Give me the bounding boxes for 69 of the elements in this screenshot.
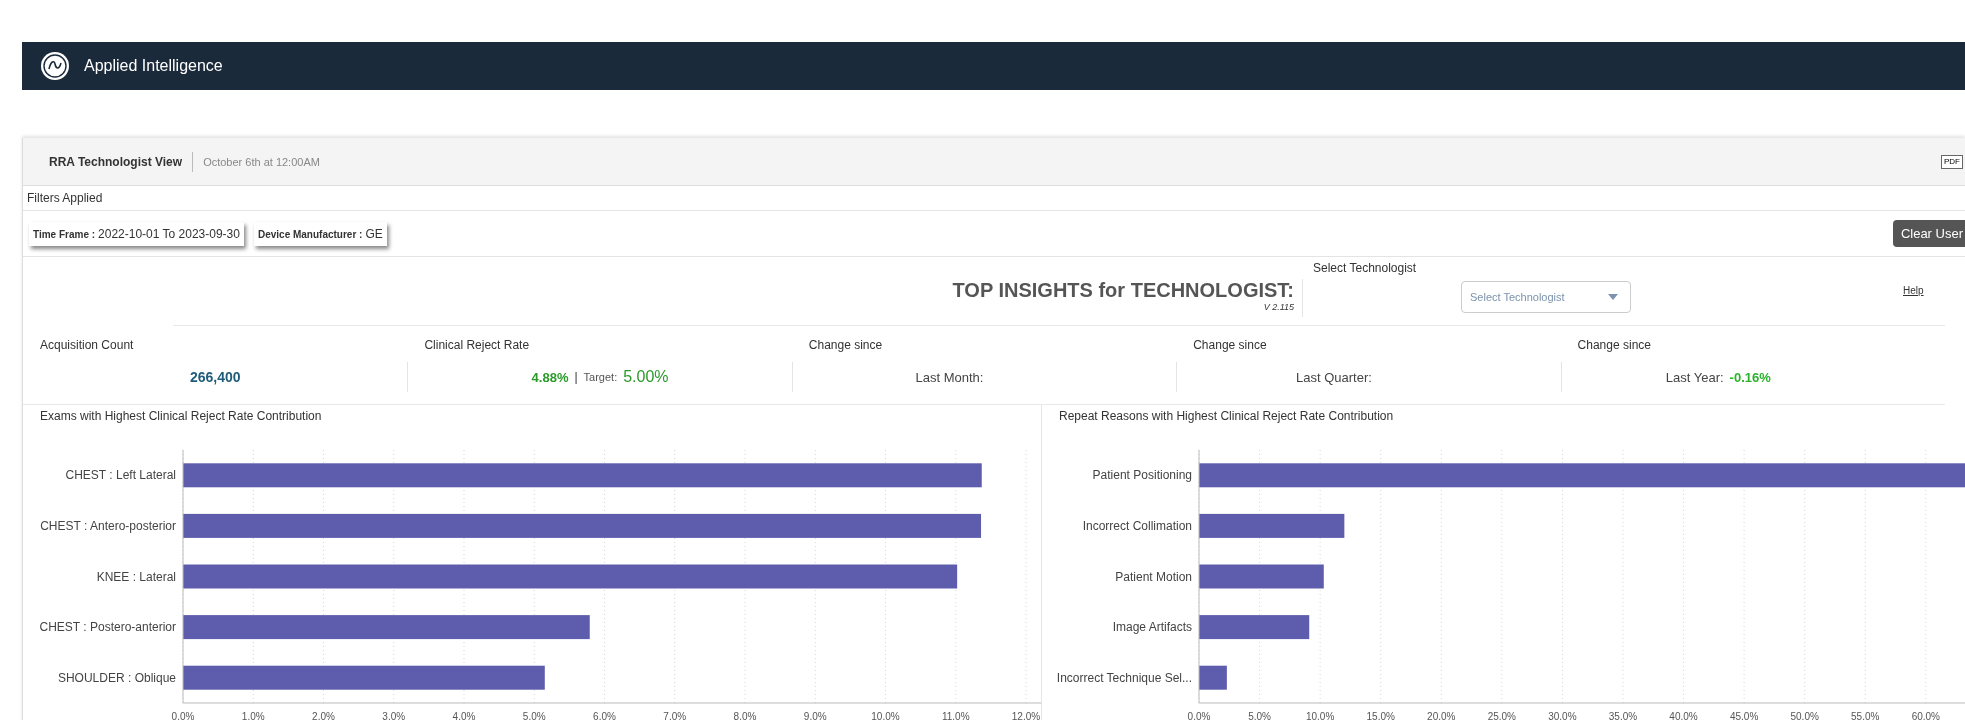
clear-button[interactable]: Clear User bbox=[1892, 220, 1965, 247]
filter-label: Device Manufacturer : bbox=[257, 228, 363, 240]
filter-value: GE bbox=[365, 226, 383, 241]
target-value: 5.00% bbox=[623, 368, 669, 386]
axis-tick-label: 60.0% bbox=[1911, 711, 1940, 720]
axis-tick-label: 2.0% bbox=[312, 711, 335, 720]
axis-tick-label: 8.0% bbox=[733, 711, 757, 720]
axis-tick-label: 12.0% bbox=[1011, 711, 1041, 720]
axis-tick-label: 5.0% bbox=[522, 711, 546, 720]
axis-tick-label: 10.0% bbox=[1305, 711, 1335, 720]
axis-tick-label: 25.0% bbox=[1487, 711, 1516, 720]
pdf-export-button[interactable]: PDF bbox=[1941, 154, 1963, 169]
select-label: Select Technologist bbox=[1313, 261, 1418, 275]
axis-tick-label: 50.0% bbox=[1790, 711, 1819, 720]
axis-tick-label: 0.0% bbox=[1187, 711, 1211, 720]
help-link[interactable]: Help bbox=[1903, 285, 1924, 299]
category-label: CHEST : Left Lateral bbox=[65, 468, 176, 483]
filter-value: 2022-10-01 To 2023-09-30 bbox=[98, 226, 240, 241]
caret-icon bbox=[1608, 294, 1618, 300]
axis-tick-label: 35.0% bbox=[1608, 711, 1638, 720]
kpi-period: Last Month: bbox=[915, 369, 984, 385]
axis-tick-label: 55.0% bbox=[1851, 711, 1880, 720]
category-label: SHOULDER : Oblique bbox=[57, 670, 176, 685]
kpi-value: 4.88% bbox=[531, 369, 569, 385]
axis-tick-label: 5.0% bbox=[1248, 711, 1271, 720]
axis-tick-label: 6.0% bbox=[593, 711, 616, 720]
chart-title: Exams with Highest Clinical Reject Rate Contribution bbox=[39, 408, 323, 425]
report-timestamp: October 6th at 12:00AM bbox=[203, 155, 320, 168]
kpi-label: Acquisition Count bbox=[39, 337, 135, 354]
logo-icon bbox=[40, 51, 70, 81]
target-label: Target: bbox=[583, 371, 618, 383]
axis-tick-label: 10.0% bbox=[871, 711, 900, 720]
axis-tick-label: 11.0% bbox=[941, 711, 970, 720]
kpi-label: Change since bbox=[1576, 337, 1652, 354]
app-title: Applied Intelligence bbox=[84, 57, 223, 75]
category-label: Patient Positioning bbox=[1092, 468, 1192, 483]
axis-tick-label: 20.0% bbox=[1427, 711, 1456, 720]
category-label: Incorrect Collimation bbox=[1082, 518, 1192, 533]
category-label: CHEST : Postero-anterior bbox=[39, 620, 176, 635]
insights-title: TOP INSIGHTS for TECHNOLOGIST: bbox=[951, 279, 1294, 302]
category-label: CHEST : Antero-posterior bbox=[40, 518, 176, 533]
kpi-value: -0.16% bbox=[1729, 369, 1771, 385]
axis-tick-label: 0.0% bbox=[171, 711, 195, 720]
kpi-separator: | bbox=[574, 370, 578, 384]
axis-tick-label: 4.0% bbox=[452, 711, 476, 720]
axis-tick-label: 9.0% bbox=[803, 711, 827, 720]
axis-tick-label: 15.0% bbox=[1366, 711, 1395, 720]
axis-tick-label: 45.0% bbox=[1729, 711, 1759, 720]
kpi-label: Change since bbox=[1192, 337, 1268, 354]
category-label: Incorrect Technique Sel... bbox=[1056, 670, 1192, 685]
report-title: RRA Technologist View bbox=[49, 151, 194, 172]
kpi-period: Last Year: bbox=[1665, 369, 1724, 385]
category-label: Image Artifacts bbox=[1112, 620, 1192, 635]
kpi-label: Clinical Reject Rate bbox=[423, 337, 531, 354]
axis-tick-label: 30.0% bbox=[1548, 711, 1577, 720]
version-label: V 2.115 bbox=[1262, 302, 1294, 312]
axis-tick-label: 3.0% bbox=[382, 711, 406, 720]
axis-tick-label: 1.0% bbox=[241, 711, 265, 720]
category-label: KNEE : Lateral bbox=[96, 569, 176, 584]
category-label: Patient Motion bbox=[1115, 569, 1192, 584]
axis-tick-label: 40.0% bbox=[1669, 711, 1698, 720]
kpi-period: Last Quarter: bbox=[1295, 369, 1372, 385]
axis-tick-label: 7.0% bbox=[663, 711, 687, 720]
kpi-label: Change since bbox=[807, 337, 884, 354]
bar bbox=[1199, 665, 1227, 690]
chart-title: Repeat Reasons with Highest Clinical Reject Rate Contribution bbox=[1058, 408, 1395, 425]
filters-heading: Filters Applied bbox=[23, 186, 1965, 211]
filter-label: Time Frame : bbox=[33, 228, 96, 240]
kpi-value: 266,400 bbox=[189, 369, 241, 385]
